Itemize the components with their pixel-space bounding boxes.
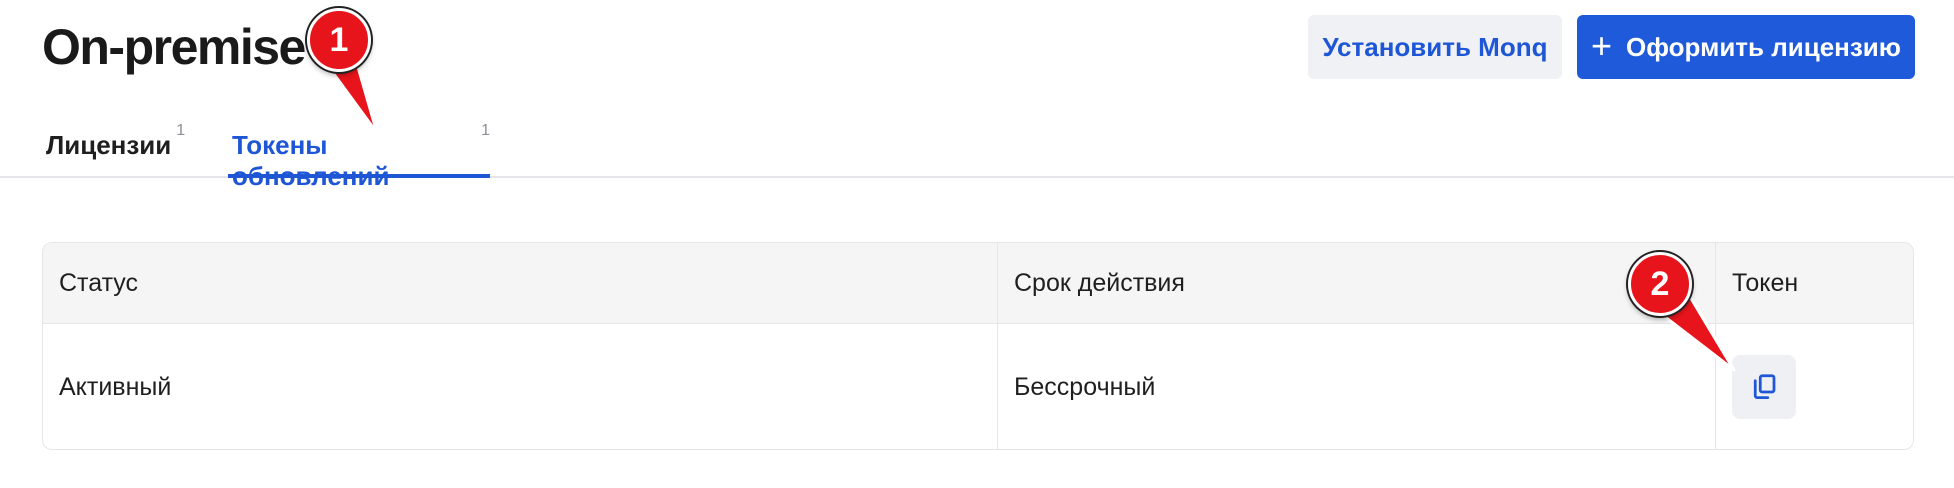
tab-bar: Лицензии 1 Токены обновлений 1	[0, 118, 1954, 191]
tab-licenses-label: Лицензии	[46, 130, 172, 160]
page-title: On-premise	[42, 19, 306, 75]
plus-icon: +	[1591, 24, 1613, 66]
install-monq-button[interactable]: Установить Monq	[1308, 15, 1562, 79]
table-row: Активный Бессрочный	[43, 324, 1913, 449]
annotation-marker-2: 2	[1628, 252, 1692, 316]
tab-update-tokens[interactable]: Токены обновлений 1	[228, 118, 490, 191]
tab-licenses-count: 1	[176, 122, 186, 139]
column-header-token: Токен	[1732, 268, 1799, 297]
validity-cell: Бессрочный	[998, 324, 1716, 449]
get-license-button[interactable]: + Оформить лицензию	[1577, 15, 1915, 79]
tab-update-tokens-label: Токены обновлений	[232, 130, 390, 191]
tab-update-tokens-count: 1	[481, 122, 490, 139]
annotation-marker-1: 1	[307, 8, 371, 72]
get-license-button-label: Оформить лицензию	[1626, 31, 1901, 62]
copy-token-button[interactable]	[1732, 355, 1796, 419]
column-header-validity: Срок действия	[998, 243, 1716, 323]
status-cell: Активный	[43, 324, 998, 449]
column-header-status: Статус	[43, 243, 998, 323]
tab-licenses[interactable]: Лицензии 1	[46, 118, 185, 178]
install-monq-button-label: Установить Monq	[1322, 31, 1548, 62]
copy-icon	[1753, 374, 1776, 399]
token-cell	[1716, 324, 1913, 449]
